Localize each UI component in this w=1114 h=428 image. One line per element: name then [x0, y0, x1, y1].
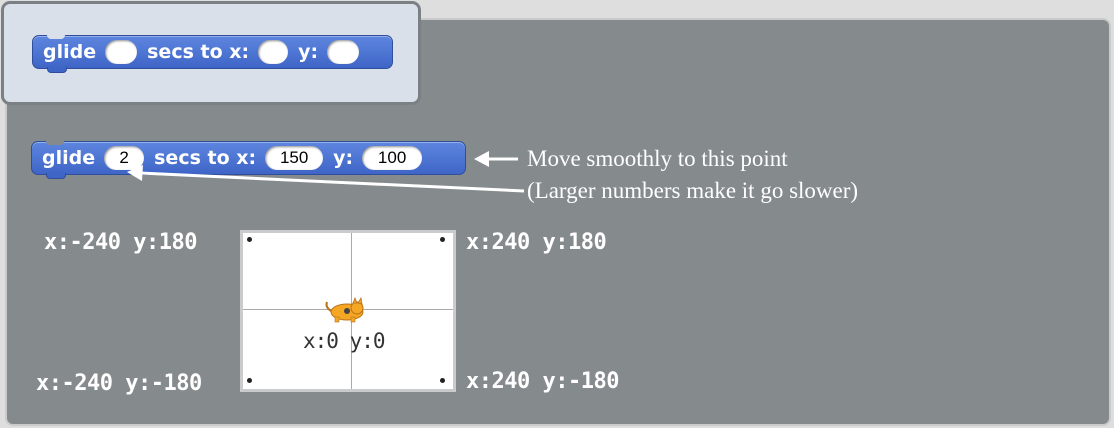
pointer-arrow-icon — [127, 165, 525, 193]
corner-dot-bottom-left — [247, 378, 252, 383]
corner-dot-top-right — [440, 237, 445, 242]
coord-bottom-left: x:-240 y:-180 — [36, 371, 202, 396]
left-arrow-icon — [474, 151, 518, 167]
coord-top-right: x:240 y:180 — [466, 230, 607, 255]
cat-sprite-icon[interactable] — [323, 297, 371, 323]
center-coord-label: x:0 y:0 — [303, 329, 386, 353]
corner-dot-bottom-right — [440, 378, 445, 383]
coord-bottom-right: x:240 y:-180 — [466, 369, 619, 394]
stage: x:0 y:0 — [240, 230, 456, 392]
corner-dot-top-left — [247, 237, 252, 242]
coord-top-left: x:-240 y:180 — [44, 230, 197, 255]
arrow-overlay — [127, 151, 525, 193]
